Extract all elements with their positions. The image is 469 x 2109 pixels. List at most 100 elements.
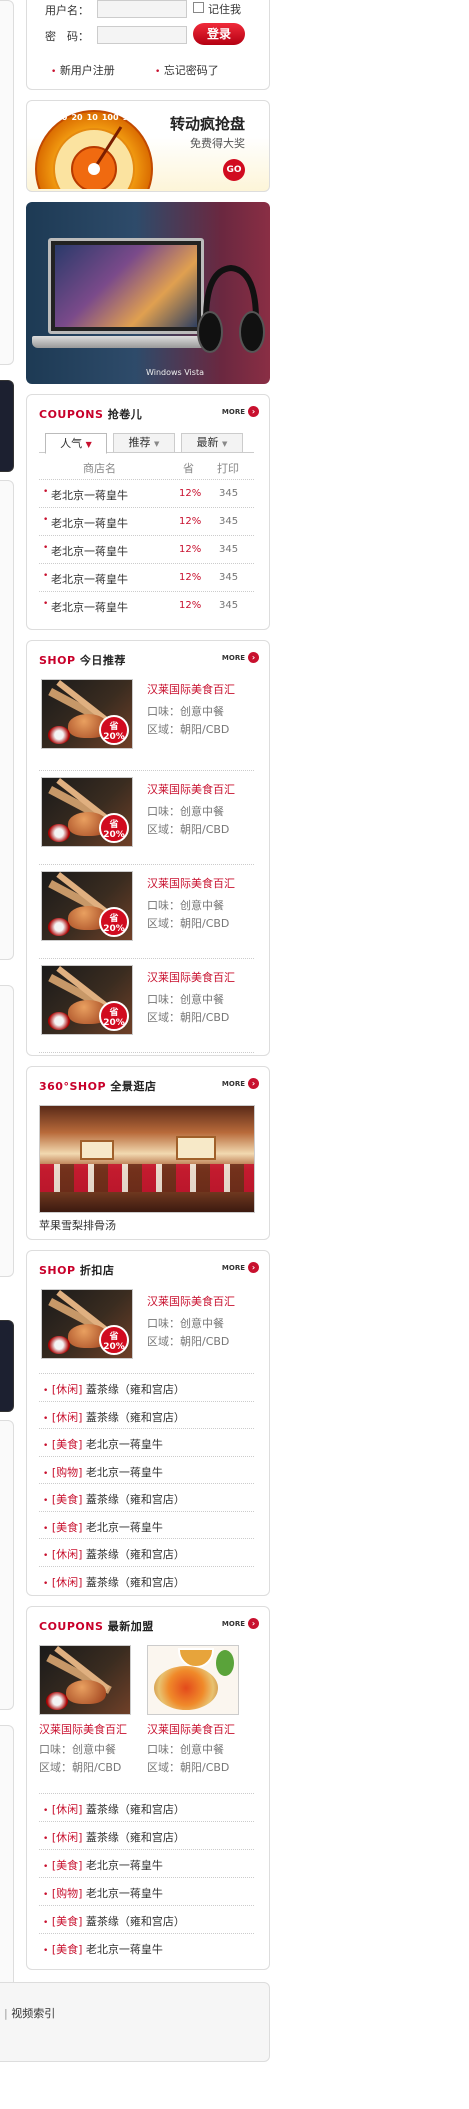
list-item[interactable]: • [休闲] 蓋茶缘（雍和宫店） xyxy=(39,1538,254,1566)
password-label: 密 码： xyxy=(45,30,89,43)
shop-item-area: 区域：朝阳/CBD xyxy=(147,723,230,736)
more-link[interactable]: MORE › xyxy=(222,1078,259,1089)
shop-item-taste: 口味：创意中餐 xyxy=(147,1743,224,1756)
shop-item-name[interactable]: 汉莱国际美食百汇 xyxy=(147,875,235,891)
shop-item-name[interactable]: 汉莱国际美食百汇 xyxy=(39,1721,139,1737)
bullet-icon: • xyxy=(43,1468,49,1479)
list-item-name: 老北京一蒋皇牛 xyxy=(85,1859,163,1872)
more-link[interactable]: MORE › xyxy=(222,406,259,417)
shop-item-taste: 口味：创意中餐 xyxy=(147,705,224,718)
column-save: 省 xyxy=(183,462,194,475)
shop-recommend-list: 省 20% 汉莱国际美食百汇 口味：创意中餐 区域：朝阳/CBD 省 20% 汉莱国… xyxy=(39,677,254,1053)
lucky-wheel-panel[interactable]: 40 30 20 10 100 90 80 转动疯抢盘 免费得大奖 GO xyxy=(26,100,270,192)
shop-item-name[interactable]: 汉莱国际美食百汇 xyxy=(147,969,235,985)
bullet-icon: • xyxy=(43,1496,49,1506)
laptop-ad-banner[interactable]: Windows Vista xyxy=(26,202,270,384)
shop-item[interactable]: 省 20% 汉莱国际美食百汇 口味：创意中餐 区域：朝阳/CBD xyxy=(39,865,254,959)
list-item[interactable]: • [购物] 老北京一蒋皇牛 xyxy=(39,1455,254,1484)
shop-item-name[interactable]: 汉莱国际美食百汇 xyxy=(147,1293,235,1309)
coupon-row[interactable]: • 老北京一蒋皇牛 12% 345 xyxy=(39,479,254,507)
chevron-right-icon: › xyxy=(248,1078,259,1089)
list-item-tag: [美食] xyxy=(51,1438,83,1451)
more-link[interactable]: MORE › xyxy=(222,1618,259,1629)
wheel-go-button[interactable]: GO xyxy=(223,159,245,181)
column-store-name: 商店名 xyxy=(83,462,116,475)
tab-latest[interactable]: 最新 ▼ xyxy=(181,433,243,453)
list-item[interactable]: • [休闲] 蓋茶缘（雍和宫店） xyxy=(39,1400,254,1429)
shop-item-area: 区域：朝阳/CBD xyxy=(147,917,230,930)
new-joined-card[interactable]: 汉莱国际美食百汇 口味：创意中餐 区域：朝阳/CBD xyxy=(147,1645,247,1775)
shop-item-taste: 口味：创意中餐 xyxy=(147,993,224,1006)
list-item[interactable]: • [美食] 老北京一蒋皇牛 xyxy=(39,1933,254,1961)
shop-item-name[interactable]: 汉莱国际美食百汇 xyxy=(147,781,235,797)
separator: | xyxy=(4,2007,8,2020)
shop-item-photo[interactable]: 省 20% xyxy=(41,965,133,1035)
bullet-icon: • xyxy=(43,1806,49,1816)
list-item-name: 蓋茶缘（雍和宫店） xyxy=(85,1493,185,1506)
wheel-numbers: 40 30 20 10 100 90 80 xyxy=(39,113,151,122)
list-item[interactable]: • [美食] 老北京一蒋皇牛 xyxy=(39,1510,254,1539)
coupon-row[interactable]: • 老北京一蒋皇牛 12% 345 xyxy=(39,507,254,535)
remember-checkbox[interactable] xyxy=(193,2,204,13)
list-item[interactable]: • [美食] 蓋茶缘（雍和宫店） xyxy=(39,1483,254,1511)
shop-item[interactable]: 省 20% 汉莱国际美食百汇 口味：创意中餐 区域：朝阳/CBD xyxy=(39,771,254,865)
discount-feature[interactable]: 省 20% 汉莱国际美食百汇 口味：创意中餐 区域：朝阳/CBD xyxy=(39,1289,254,1373)
tab-recommended[interactable]: 推荐 ▼ xyxy=(113,433,175,453)
restaurant-panorama-photo[interactable] xyxy=(39,1105,255,1213)
coupons-panel: COUPONS 抢卷儿 MORE › 人气 ▼ 推荐 ▼ 最新 ▼ 商店名 省 打… xyxy=(26,394,270,630)
coupon-row[interactable]: • 老北京一蒋皇牛 12% 345 xyxy=(39,563,254,591)
shop-item[interactable]: 省 20% 汉莱国际美食百汇 口味：创意中餐 区域：朝阳/CBD xyxy=(39,959,254,1053)
shop-item-name[interactable]: 汉莱国际美食百汇 xyxy=(147,1721,247,1737)
panorama-caption[interactable]: 苹果雪梨排骨汤 xyxy=(39,1217,116,1233)
coupon-row[interactable]: • 老北京一蒋皇牛 12% 345 xyxy=(39,591,254,619)
list-item[interactable]: • [休闲] 蓋茶缘（雍和宫店） xyxy=(39,1793,254,1821)
shop-item-photo[interactable] xyxy=(147,1645,239,1715)
list-item[interactable]: • [美食] 老北京一蒋皇牛 xyxy=(39,1428,254,1456)
caret-down-icon: ▼ xyxy=(85,440,92,449)
forgot-password-label: 忘记密码了 xyxy=(163,64,219,77)
list-item-tag: [购物] xyxy=(51,1887,83,1900)
list-item-tag: [休闲] xyxy=(51,1575,83,1589)
more-link[interactable]: MORE › xyxy=(222,652,259,663)
shop-item-photo[interactable] xyxy=(39,1645,131,1715)
list-item[interactable]: • [美食] 蓋茶缘（雍和宫店） xyxy=(39,1905,254,1933)
list-item[interactable]: • [美食] 老北京一蒋皇牛 xyxy=(39,1849,254,1877)
discount-badge: 省 20% xyxy=(99,907,129,937)
shop-item-name[interactable]: 汉莱国际美食百汇 xyxy=(147,681,235,697)
chevron-right-icon: › xyxy=(248,1618,259,1629)
shop-item-photo[interactable]: 省 20% xyxy=(41,679,133,749)
shop-item-photo[interactable]: 省 20% xyxy=(41,871,133,941)
password-input[interactable] xyxy=(97,26,187,44)
coupon-row[interactable]: • 老北京一蒋皇牛 12% 345 xyxy=(39,535,254,563)
forgot-password-link[interactable]: • 忘记密码了 xyxy=(155,62,219,78)
list-item-name: 老北京一蒋皇牛 xyxy=(85,1465,163,1479)
coupon-store-name: 老北京一蒋皇牛 xyxy=(51,573,128,586)
list-item[interactable]: • [购物] 老北京一蒋皇牛 xyxy=(39,1877,254,1905)
list-item[interactable]: • [休闲] 蓋茶缘（雍和宫店） xyxy=(39,1373,254,1401)
coupon-save: 12% xyxy=(179,516,202,527)
video-index-link[interactable]: | 视频索引 xyxy=(4,2005,55,2021)
coupon-prints: 345 xyxy=(219,488,239,499)
video-index-label: 视频索引 xyxy=(11,2007,56,2020)
shop-item-photo[interactable]: 省 20% xyxy=(41,1289,133,1359)
more-link[interactable]: MORE › xyxy=(222,1262,259,1273)
coupon-prints: 345 xyxy=(219,600,239,611)
list-item[interactable]: • [休闲] 蓋茶缘（雍和宫店） xyxy=(39,1821,254,1849)
register-link[interactable]: • 新用户注册 xyxy=(51,62,115,78)
username-input[interactable] xyxy=(97,0,187,18)
list-item-tag: [休闲] xyxy=(51,1410,83,1424)
list-item[interactable]: • [休闲] 蓋茶缘（雍和宫店） xyxy=(39,1565,254,1594)
shop-item[interactable]: 省 20% 汉莱国际美食百汇 口味：创意中餐 区域：朝阳/CBD xyxy=(39,677,254,771)
bullet-icon: • xyxy=(43,1890,49,1900)
coupons-title: COUPONS 抢卷儿 xyxy=(39,408,143,421)
left-column-stub xyxy=(0,0,14,365)
caret-down-icon: ▼ xyxy=(222,440,228,448)
new-joined-card[interactable]: 汉莱国际美食百汇 口味：创意中餐 区域：朝阳/CBD xyxy=(39,1645,139,1775)
tab-popular[interactable]: 人气 ▼ xyxy=(45,433,107,454)
register-link-label: 新用户注册 xyxy=(59,64,115,77)
bullet-icon: • xyxy=(155,67,161,77)
windows-vista-brand: Windows Vista xyxy=(146,368,204,377)
shop-item-photo[interactable]: 省 20% xyxy=(41,777,133,847)
list-item-name: 老北京一蒋皇牛 xyxy=(85,1438,163,1451)
login-button[interactable]: 登录 xyxy=(193,23,245,45)
